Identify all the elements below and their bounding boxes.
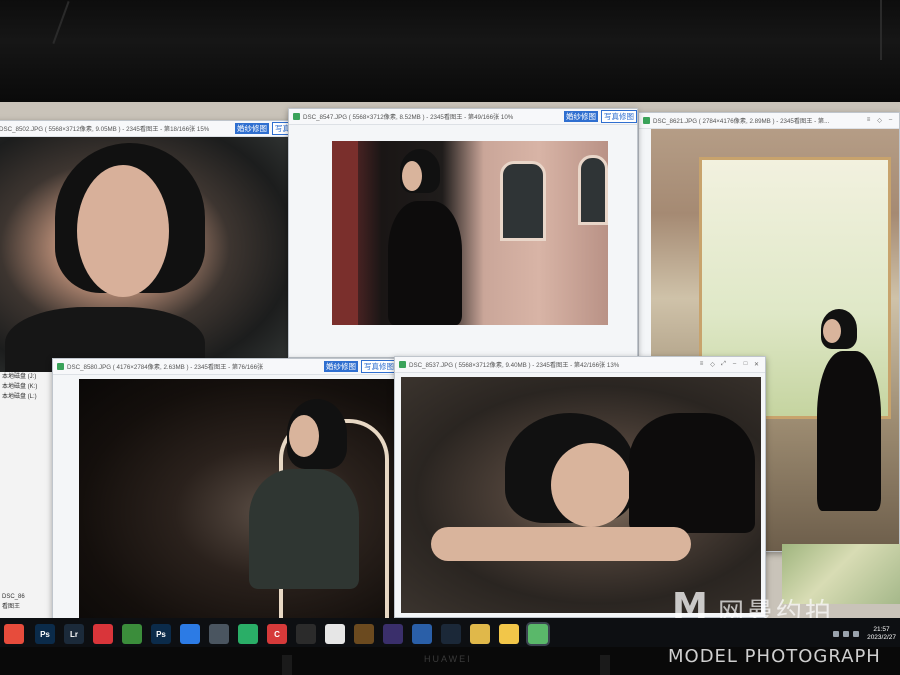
window-title: DSC_8547.JPG ( 5568×3712像素, 8.52MB ) - 2… xyxy=(303,114,514,121)
window-title: DSC_8580.JPG ( 4176×2784像素, 2.63MB ) - 2… xyxy=(67,364,264,371)
file-explorer-pane: 本地磁盘 (J:) 本地磁盘 (K:) 本地磁盘 (L:) DSC_86 看图王 xyxy=(0,372,56,620)
taskbar-app-chrome-icon[interactable] xyxy=(122,624,142,644)
photo-door xyxy=(332,141,358,325)
image-window-dsc8502[interactable]: DSC_8502.JPG ( 5568×3712像素, 9.05MB ) - 2… xyxy=(0,120,294,380)
photo-woman-lying-on-floor xyxy=(401,377,761,613)
wedding-retouch-button[interactable]: 婚纱修图 xyxy=(564,111,598,122)
window-titlebar[interactable]: DSC_8537.JPG ( 5568×3712像素, 9.40MB ) - 2… xyxy=(395,357,765,373)
watermark-caption: MODEL PHOTOGRAPH xyxy=(668,646,881,667)
monitor-stand xyxy=(600,655,610,675)
image-window-dsc8537[interactable]: DSC_8537.JPG ( 5568×3712像素, 9.40MB ) - 2… xyxy=(394,356,766,618)
taskbar-app-steam-icon[interactable] xyxy=(441,624,461,644)
photo-subject-arm xyxy=(431,527,691,561)
photo-subject-face xyxy=(551,443,631,527)
taskbar-app-app-grey-icon[interactable] xyxy=(209,624,229,644)
taskbar-app-game-1-icon[interactable] xyxy=(354,624,374,644)
monitor-stand xyxy=(282,655,292,675)
viewer-app-icon xyxy=(399,361,406,368)
input-method-icon[interactable] xyxy=(853,631,860,637)
window-titlebar[interactable]: DSC_8502.JPG ( 5568×3712像素, 9.05MB ) - 2… xyxy=(0,121,293,137)
taskbar-app-chrome-colorful-icon[interactable] xyxy=(4,624,24,644)
photo-subject xyxy=(388,201,462,325)
close-icon[interactable]: ✕ xyxy=(752,361,761,368)
monitor-top-bezel xyxy=(0,0,900,102)
cable xyxy=(880,0,882,60)
window-titlebar[interactable]: DSC_8580.JPG ( 4176×2784像素, 2.63MB ) - 2… xyxy=(53,359,397,375)
taskbar-app-game-2-icon[interactable] xyxy=(383,624,403,644)
window-title: DSC_8502.JPG ( 5568×3712像素, 9.05MB ) - 2… xyxy=(0,126,210,133)
clock-time: 21:57 xyxy=(873,626,890,633)
window-title: DSC_8537.JPG ( 5568×3712像素, 9.40MB ) - 2… xyxy=(409,362,620,369)
taskbar-app-explorer-icon[interactable] xyxy=(499,624,519,644)
photo-subject-face xyxy=(402,161,422,191)
taskbar-app-photoshop-icon[interactable]: Ps xyxy=(35,624,55,644)
photo-subject-face xyxy=(77,165,169,297)
taskbar-app-lightroom-icon[interactable]: Lr xyxy=(64,624,84,644)
portrait-retouch-button[interactable]: 写真修图 xyxy=(361,360,397,373)
viewer-app-icon xyxy=(643,117,650,124)
window-titlebar[interactable]: DSC_8547.JPG ( 5568×3712像素, 8.52MB ) - 2… xyxy=(289,109,637,125)
file-item[interactable]: 看图王 xyxy=(0,602,20,612)
monitor-brand-logo: HUAWEI xyxy=(424,654,472,664)
viewer-app-icon xyxy=(57,363,64,370)
taskbar-app-browser-blue-icon[interactable] xyxy=(412,624,432,644)
pin-icon[interactable]: ◇ xyxy=(875,117,884,124)
pin-icon[interactable]: ◇ xyxy=(708,361,717,368)
taskbar-app-wechat-icon[interactable] xyxy=(238,624,258,644)
minimize-icon[interactable]: – xyxy=(730,361,739,368)
photo-subject-face xyxy=(289,415,319,457)
image-window-dsc8547[interactable]: DSC_8547.JPG ( 5568×3712像素, 8.52MB ) - 2… xyxy=(288,108,638,358)
window-titlebar[interactable]: DSC_8621.JPG ( 2784×4176像素, 2.89MB ) - 2… xyxy=(639,113,899,129)
network-icon[interactable] xyxy=(833,631,840,637)
taskbar-app-feishu-icon[interactable] xyxy=(180,624,200,644)
drive-l[interactable]: 本地磁盘 (L:) xyxy=(0,392,55,402)
minimize-icon[interactable]: – xyxy=(886,117,895,124)
taskbar-clock[interactable]: 21:57 2023/2/27 xyxy=(867,626,896,642)
photo-woman-in-hallway xyxy=(332,141,608,325)
drive-j[interactable]: 本地磁盘 (J:) xyxy=(0,372,55,382)
photo-subject xyxy=(817,351,881,511)
menu-icon[interactable]: ≡ xyxy=(697,361,706,368)
clock-date: 2023/2/27 xyxy=(867,634,896,641)
taskbar-app-photoshop-2-icon[interactable]: Ps xyxy=(151,624,171,644)
taskbar-app-file-icon[interactable] xyxy=(325,624,345,644)
wedding-retouch-button[interactable]: 婚纱修图 xyxy=(324,361,358,372)
window-title: DSC_8621.JPG ( 2784×4176像素, 2.89MB ) - 2… xyxy=(653,118,830,125)
taskbar-app-portrait-app-icon[interactable] xyxy=(296,624,316,644)
taskbar-app-image-viewer-icon[interactable] xyxy=(528,624,548,644)
photo-subject-body xyxy=(629,413,755,533)
photo-arched-window xyxy=(578,155,608,225)
photo-arched-window xyxy=(500,161,546,241)
image-window-dsc8580[interactable]: DSC_8580.JPG ( 4176×2784像素, 2.63MB ) - 2… xyxy=(52,358,398,620)
maximize-icon[interactable]: □ xyxy=(741,361,750,368)
taskbar-app-app-red-icon[interactable]: C xyxy=(267,624,287,644)
menu-icon[interactable]: ≡ xyxy=(864,117,873,124)
photo-woman-in-chair xyxy=(79,379,395,619)
photo-closeup-portrait xyxy=(0,137,293,379)
file-item[interactable]: DSC_86 xyxy=(0,592,25,602)
taskbar-app-netease-music-icon[interactable] xyxy=(93,624,113,644)
wedding-retouch-button[interactable]: 婚纱修图 xyxy=(235,123,269,134)
viewer-app-icon xyxy=(293,113,300,120)
taskbar-app-folder-icon[interactable] xyxy=(470,624,490,644)
desktop-screen: DSC_8621.JPG ( 2784×4176像素, 2.89MB ) - 2… xyxy=(0,102,900,650)
photo-subject-face xyxy=(823,319,841,343)
volume-icon[interactable] xyxy=(843,631,850,637)
fullscreen-icon[interactable]: ⤢ xyxy=(719,361,728,368)
photo-subject xyxy=(249,469,359,589)
drive-k[interactable]: 本地磁盘 (K:) xyxy=(0,382,55,392)
portrait-retouch-button[interactable]: 写真修图 xyxy=(601,110,637,123)
